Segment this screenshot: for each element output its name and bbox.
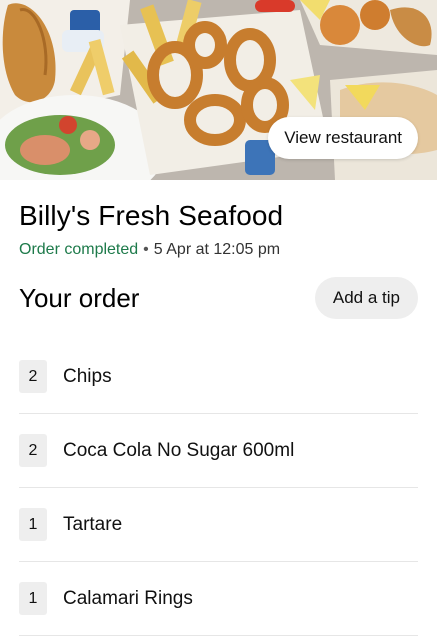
item-name: Chips <box>63 365 112 387</box>
item-name: Calamari Rings <box>63 587 193 609</box>
order-datetime: 5 Apr at 12:05 pm <box>153 241 281 258</box>
list-item: 2 Coca Cola No Sugar 600ml <box>19 414 418 488</box>
list-item: 2 Chips <box>19 340 418 414</box>
list-item: 1 Calamari Rings <box>19 562 418 636</box>
add-tip-button[interactable]: Add a tip <box>314 277 418 319</box>
order-status: Order completed <box>19 241 139 258</box>
item-name: Tartare <box>63 513 123 535</box>
restaurant-name: Billy's Fresh Seafood <box>19 200 284 231</box>
order-status-line: Order completed • 5 Apr at 12:05 pm <box>19 241 280 259</box>
order-items-list: 2 Chips 2 Coca Cola No Sugar 600ml 1 Tar… <box>19 340 418 636</box>
item-quantity: 2 <box>19 360 47 393</box>
item-quantity: 1 <box>19 582 47 615</box>
separator-dot: • <box>143 241 149 258</box>
your-order-heading: Your order <box>19 283 140 313</box>
list-item: 1 Tartare <box>19 488 418 562</box>
restaurant-hero-image: View restaurant <box>0 0 437 180</box>
item-quantity: 1 <box>19 508 47 541</box>
view-restaurant-button[interactable]: View restaurant <box>268 117 418 159</box>
item-quantity: 2 <box>19 434 47 467</box>
item-name: Coca Cola No Sugar 600ml <box>63 439 295 461</box>
